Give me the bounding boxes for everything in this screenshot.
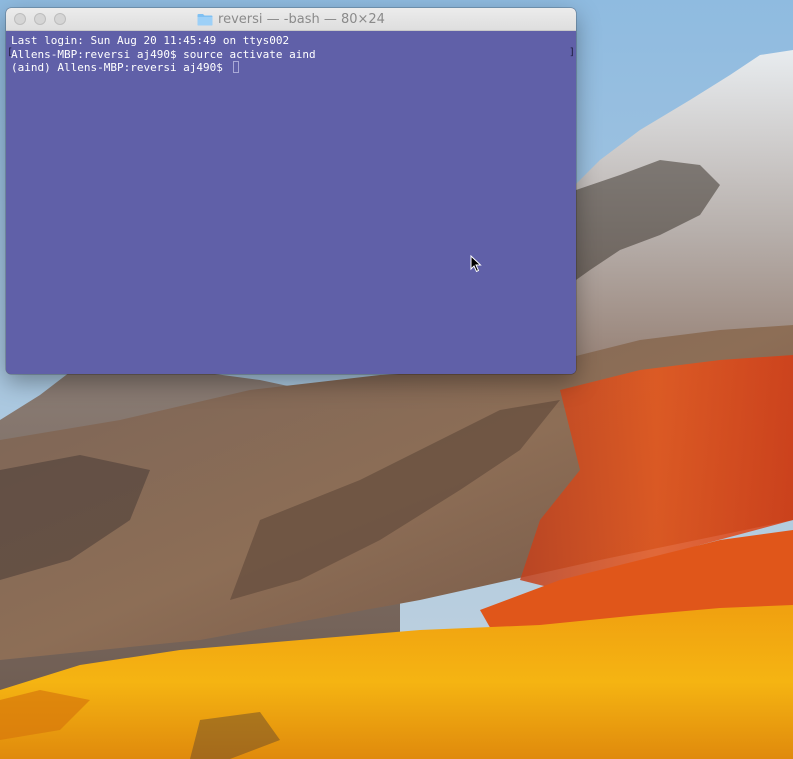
window-titlebar[interactable]: reversi — -bash — 80×24 <box>6 8 576 31</box>
bracket-marker-left: [ <box>7 47 14 58</box>
bracket-marker-right: ] <box>568 47 575 58</box>
desktop[interactable]: reversi — -bash — 80×24 [ ] Last login: … <box>0 0 793 759</box>
terminal-prompt-line[interactable]: (aind) Allens-MBP:reversi aj490$ <box>11 61 571 75</box>
window-title: reversi — -bash — 80×24 <box>218 11 385 27</box>
folder-icon <box>197 13 213 25</box>
terminal-window[interactable]: reversi — -bash — 80×24 [ ] Last login: … <box>6 8 576 374</box>
mouse-pointer-icon <box>470 255 482 273</box>
terminal-output[interactable]: [ ] Last login: Sun Aug 20 11:45:49 on t… <box>6 31 576 374</box>
terminal-line: Last login: Sun Aug 20 11:45:49 on ttys0… <box>11 34 290 47</box>
window-title-group: reversi — -bash — 80×24 <box>6 8 576 30</box>
text-cursor <box>232 61 239 73</box>
terminal-line: Allens-MBP:reversi aj490$ source activat… <box>11 47 316 61</box>
terminal-prompt: (aind) Allens-MBP:reversi aj490$ <box>11 61 230 74</box>
